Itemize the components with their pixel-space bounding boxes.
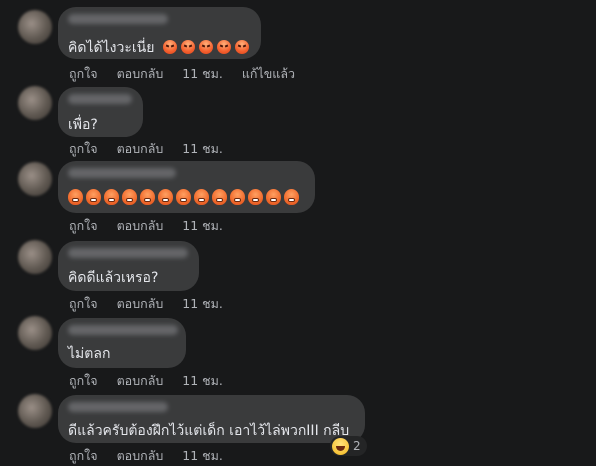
edited-label[interactable]: แก้ไขแล้ว (242, 66, 295, 81)
pouting-emoji-icon (86, 189, 101, 205)
reply-link[interactable]: ตอบกลับ (117, 448, 164, 463)
timestamp[interactable]: 11 ชม. (182, 141, 223, 156)
reply-link[interactable]: ตอบกลับ (117, 296, 164, 311)
comment-text: คิดดีแล้วเหรอ? (68, 267, 158, 289)
angry-emoji-icon (234, 40, 249, 54)
reaction-badge[interactable]: 2 (330, 436, 367, 456)
timestamp[interactable]: 11 ชม. (182, 448, 223, 463)
timestamp[interactable]: 11 ชม. (182, 218, 223, 233)
like-link[interactable]: ถูกใจ (69, 141, 98, 156)
comment-actions: ถูกใจ ตอบกลับ 11 ชม. (69, 446, 238, 466)
avatar[interactable] (18, 394, 52, 428)
comment-bubble: คิดได้ไงวะเนี่ย (58, 7, 261, 59)
comment-bubble: คิดดีแล้วเหรอ? (58, 241, 199, 291)
pouting-emoji-icon (212, 189, 227, 205)
comment-text-content: เพื่อ? (68, 117, 98, 133)
avatar[interactable] (18, 10, 52, 44)
pouting-emoji-icon (266, 189, 281, 205)
pouting-emoji-icon (284, 189, 299, 205)
avatar[interactable] (18, 86, 52, 120)
avatar[interactable] (18, 162, 52, 196)
comment-actions: ถูกใจ ตอบกลับ 11 ชม. (69, 139, 238, 159)
pouting-emoji-icon (230, 189, 245, 205)
pouting-emoji-icon (104, 189, 119, 205)
pouting-emoji-icon (176, 189, 191, 205)
pouting-emoji-icon (194, 189, 209, 205)
reply-link[interactable]: ตอบกลับ (117, 373, 164, 388)
pouting-emoji-icon (140, 189, 155, 205)
laughing-emoji-icon (332, 437, 349, 455)
comment-bubble (58, 161, 315, 213)
commenter-name-blurred[interactable] (68, 325, 178, 335)
comment-actions: ถูกใจ ตอบกลับ 11 ชม. (69, 294, 238, 314)
avatar[interactable] (18, 316, 52, 350)
comment-bubble: ดีแล้วครับต้องฝึกไว้แต่เด็ก เอาไว้ไล่พวก… (58, 395, 365, 443)
comment-text: ดีแล้วครับต้องฝึกไว้แต่เด็ก เอาไว้ไล่พวก… (68, 420, 349, 442)
pouting-emoji-icon (158, 189, 173, 205)
reply-link[interactable]: ตอบกลับ (117, 141, 164, 156)
comment-actions: ถูกใจ ตอบกลับ 11 ชม. (69, 216, 238, 236)
reaction-count: 2 (353, 439, 361, 453)
commenter-name-blurred[interactable] (68, 402, 168, 412)
reply-link[interactable]: ตอบกลับ (117, 66, 164, 81)
pouting-emoji-row (68, 189, 302, 206)
angry-emoji-icon (180, 40, 195, 54)
comment-text-content: ไม่ตลก (68, 346, 111, 362)
comment-actions: ถูกใจ ตอบกลับ 11 ชม. แก้ไขแล้ว (69, 64, 310, 84)
angry-emoji-icon (198, 40, 213, 54)
comment-actions: ถูกใจ ตอบกลับ 11 ชม. (69, 371, 238, 391)
commenter-name-blurred[interactable] (68, 248, 188, 258)
like-link[interactable]: ถูกใจ (69, 296, 98, 311)
comment-text (68, 189, 302, 206)
angry-emoji-icon (216, 40, 231, 54)
comment-text-content: ดีแล้วครับต้องฝึกไว้แต่เด็ก เอาไว้ไล่พวก… (68, 423, 350, 439)
like-link[interactable]: ถูกใจ (69, 66, 98, 81)
like-link[interactable]: ถูกใจ (69, 218, 98, 233)
commenter-name-blurred[interactable] (68, 94, 132, 104)
pouting-emoji-icon (248, 189, 263, 205)
comment-text: คิดได้ไงวะเนี่ย (68, 37, 253, 59)
timestamp[interactable]: 11 ชม. (182, 373, 223, 388)
comment-text: เพื่อ? (68, 114, 98, 136)
pouting-emoji-icon (68, 189, 83, 205)
like-link[interactable]: ถูกใจ (69, 373, 98, 388)
like-link[interactable]: ถูกใจ (69, 448, 98, 463)
reply-link[interactable]: ตอบกลับ (117, 218, 164, 233)
pouting-emoji-icon (122, 189, 137, 205)
commenter-name-blurred[interactable] (68, 14, 168, 24)
comment-text-content: คิดได้ไงวะเนี่ย (68, 40, 155, 56)
comment-bubble: เพื่อ? (58, 87, 143, 137)
commenter-name-blurred[interactable] (68, 168, 176, 178)
angry-emoji-icon (162, 40, 177, 54)
timestamp[interactable]: 11 ชม. (182, 66, 223, 81)
avatar[interactable] (18, 240, 52, 274)
comment-bubble: ไม่ตลก (58, 318, 186, 368)
comment-text: ไม่ตลก (68, 343, 110, 365)
timestamp[interactable]: 11 ชม. (182, 296, 223, 311)
comment-text-content: คิดดีแล้วเหรอ? (68, 270, 159, 286)
